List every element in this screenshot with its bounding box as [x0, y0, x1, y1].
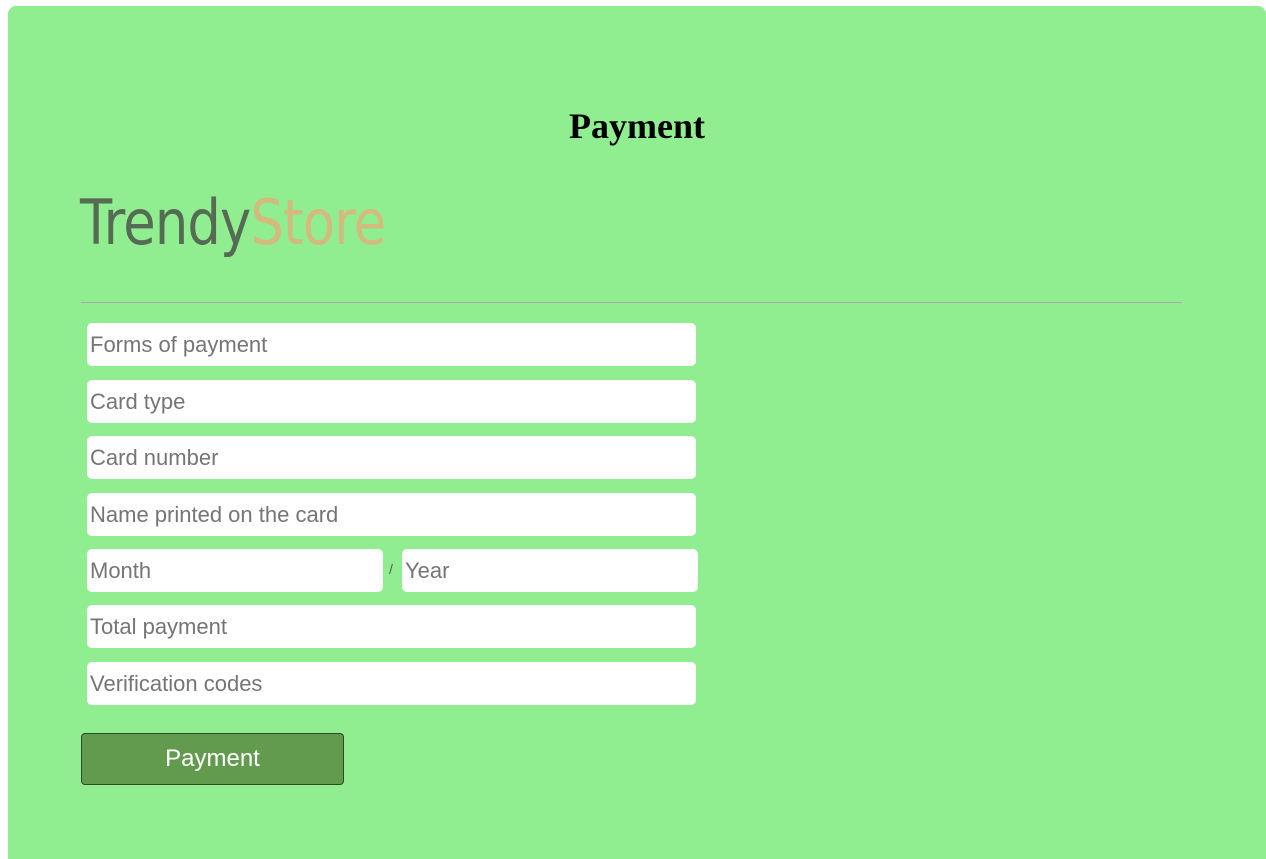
forms-of-payment-input[interactable] — [87, 323, 696, 366]
name-on-card-input[interactable] — [87, 493, 696, 536]
trendystore-logo: TrendyStore — [80, 178, 386, 268]
expiry-month-input[interactable] — [87, 549, 383, 592]
total-payment-input[interactable] — [87, 605, 696, 648]
page-title: Payment — [569, 106, 705, 146]
divider — [81, 302, 1182, 303]
logo-text-store: Store — [250, 186, 386, 259]
card-type-input[interactable] — [87, 380, 696, 423]
card-number-input[interactable] — [87, 436, 696, 479]
date-separator: / — [389, 561, 393, 577]
verification-codes-input[interactable] — [87, 662, 696, 705]
logo-text-trendy: Trendy — [80, 186, 251, 259]
payment-button[interactable]: Payment — [81, 733, 344, 785]
expiry-year-input[interactable] — [402, 549, 698, 592]
payment-panel: Payment TrendyStore / Payment — [8, 6, 1266, 859]
